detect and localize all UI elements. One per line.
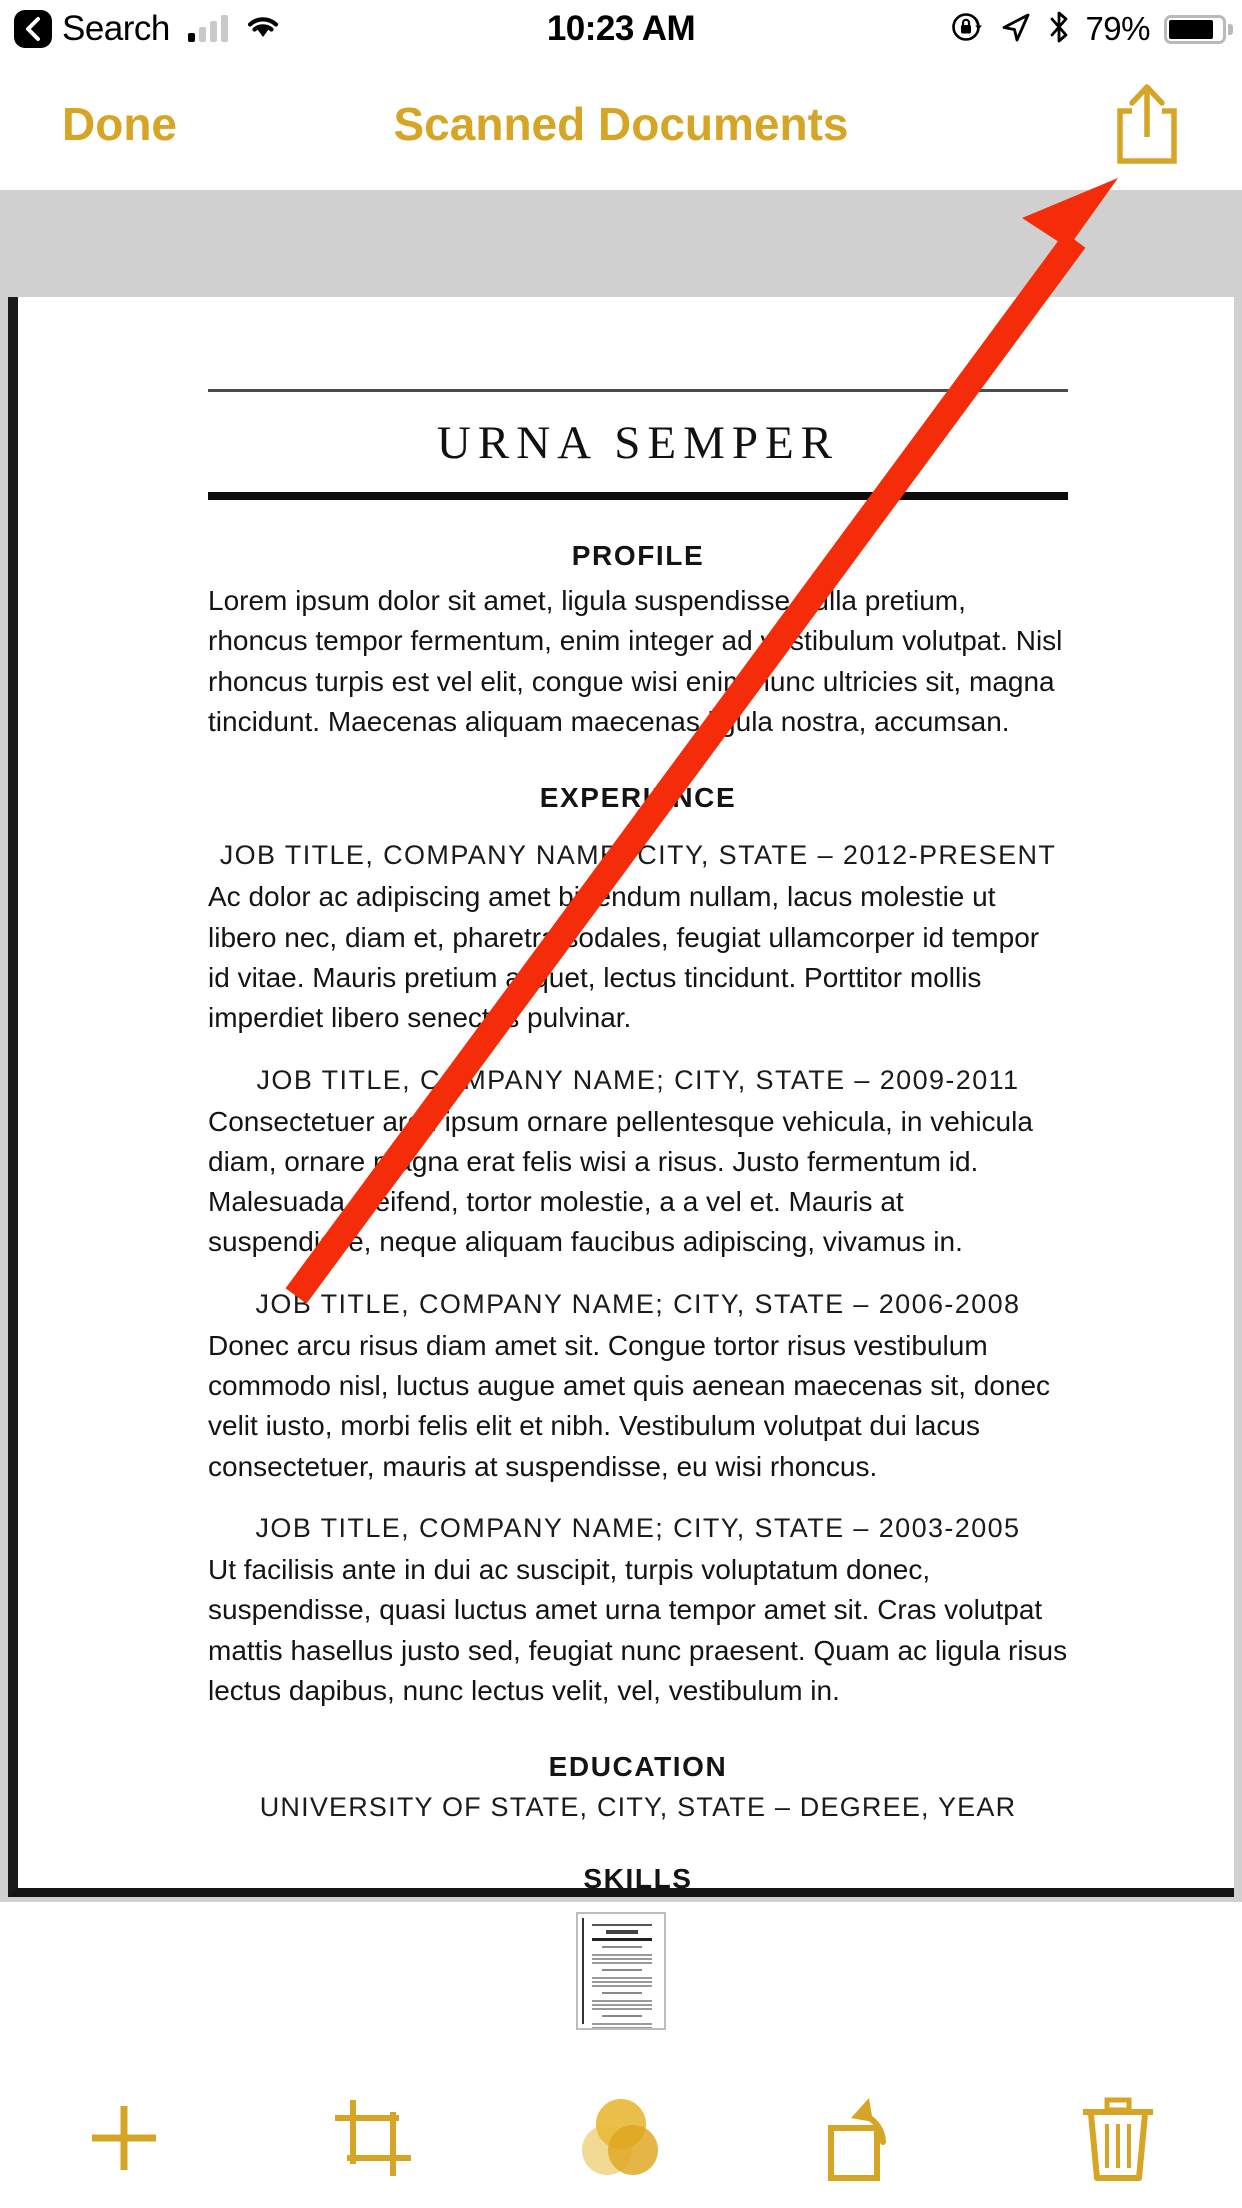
add-scan-button[interactable] <box>64 2085 184 2195</box>
job-body-2: Consectetuer arcu ipsum ornare pellentes… <box>208 1105 1033 1258</box>
rotation-lock-icon <box>949 9 985 50</box>
education-line: UNIVERSITY OF STATE, CITY, STATE – DEGRE… <box>259 1792 1017 1823</box>
editor-toolbar <box>0 2072 1242 2208</box>
scanned-page-thumbnail[interactable] <box>576 1912 666 2030</box>
resume-document: URNA SEMPER PROFILE Lorem ipsum dolor si… <box>208 297 1068 1902</box>
job-title-2: JOB TITLE, COMPANY NAME; CITY, STATE – 2… <box>256 1064 1020 1095</box>
job-title-3: JOB TITLE, COMPANY NAME; CITY, STATE – 2… <box>255 1288 1021 1319</box>
thumbnail-strip <box>0 1902 1242 2072</box>
document-title: URNA SEMPER <box>436 417 840 469</box>
delete-button[interactable] <box>1058 2085 1178 2195</box>
trash-icon <box>1075 2090 1161 2191</box>
battery-icon <box>1164 14 1233 44</box>
plus-icon <box>78 2092 170 2189</box>
page-title: Scanned Documents <box>393 98 849 150</box>
status-bar: Search 10:23 AM 79% <box>0 0 1242 58</box>
share-icon <box>1112 84 1182 171</box>
section-heading-education: EDUCATION <box>548 1751 728 1783</box>
scanned-page[interactable]: URNA SEMPER PROFILE Lorem ipsum dolor si… <box>8 297 1234 1897</box>
status-bar-right: 79% <box>949 0 1233 58</box>
crop-button[interactable] <box>313 2085 433 2195</box>
job-title-1: JOB TITLE, COMPANY NAME; CITY, STATE – 2… <box>219 840 1057 871</box>
section-heading-skills: SKILLS <box>583 1863 693 1895</box>
color-filters-icon <box>571 2088 671 2193</box>
job-title-4: JOB TITLE, COMPANY NAME; CITY, STATE – 2… <box>255 1513 1021 1543</box>
navigation-bar: Done Scanned Documents <box>0 58 1242 190</box>
location-arrow-icon <box>999 10 1033 49</box>
rotate-icon <box>821 2092 917 2189</box>
share-button[interactable] <box>1112 81 1182 167</box>
document-preview-area[interactable]: URNA SEMPER PROFILE Lorem ipsum dolor si… <box>0 190 1242 1902</box>
section-heading-experience: EXPERIENCE <box>539 782 737 814</box>
rotate-button[interactable] <box>809 2085 929 2195</box>
job-body-1: Ac dolor ac adipiscing amet bibendum nul… <box>208 881 1040 1034</box>
section-heading-profile: PROFILE <box>571 540 705 571</box>
title-rule-top <box>208 389 1068 392</box>
job-body-4: Ut facilisis ante in dui ac suscipit, tu… <box>208 1554 1068 1706</box>
filters-button[interactable] <box>561 2085 681 2195</box>
title-rule-bottom <box>208 492 1068 500</box>
bluetooth-icon <box>1047 9 1071 50</box>
app-screen: Search 10:23 AM 79% Done Scanned Documen… <box>0 0 1242 2208</box>
battery-percent-label: 79% <box>1085 10 1150 47</box>
job-body-3: Donec arcu risus diam amet sit. Congue t… <box>208 1329 1051 1482</box>
crop-icon <box>327 2092 419 2189</box>
section-body-profile: Lorem ipsum dolor sit amet, ligula suspe… <box>208 585 1063 737</box>
